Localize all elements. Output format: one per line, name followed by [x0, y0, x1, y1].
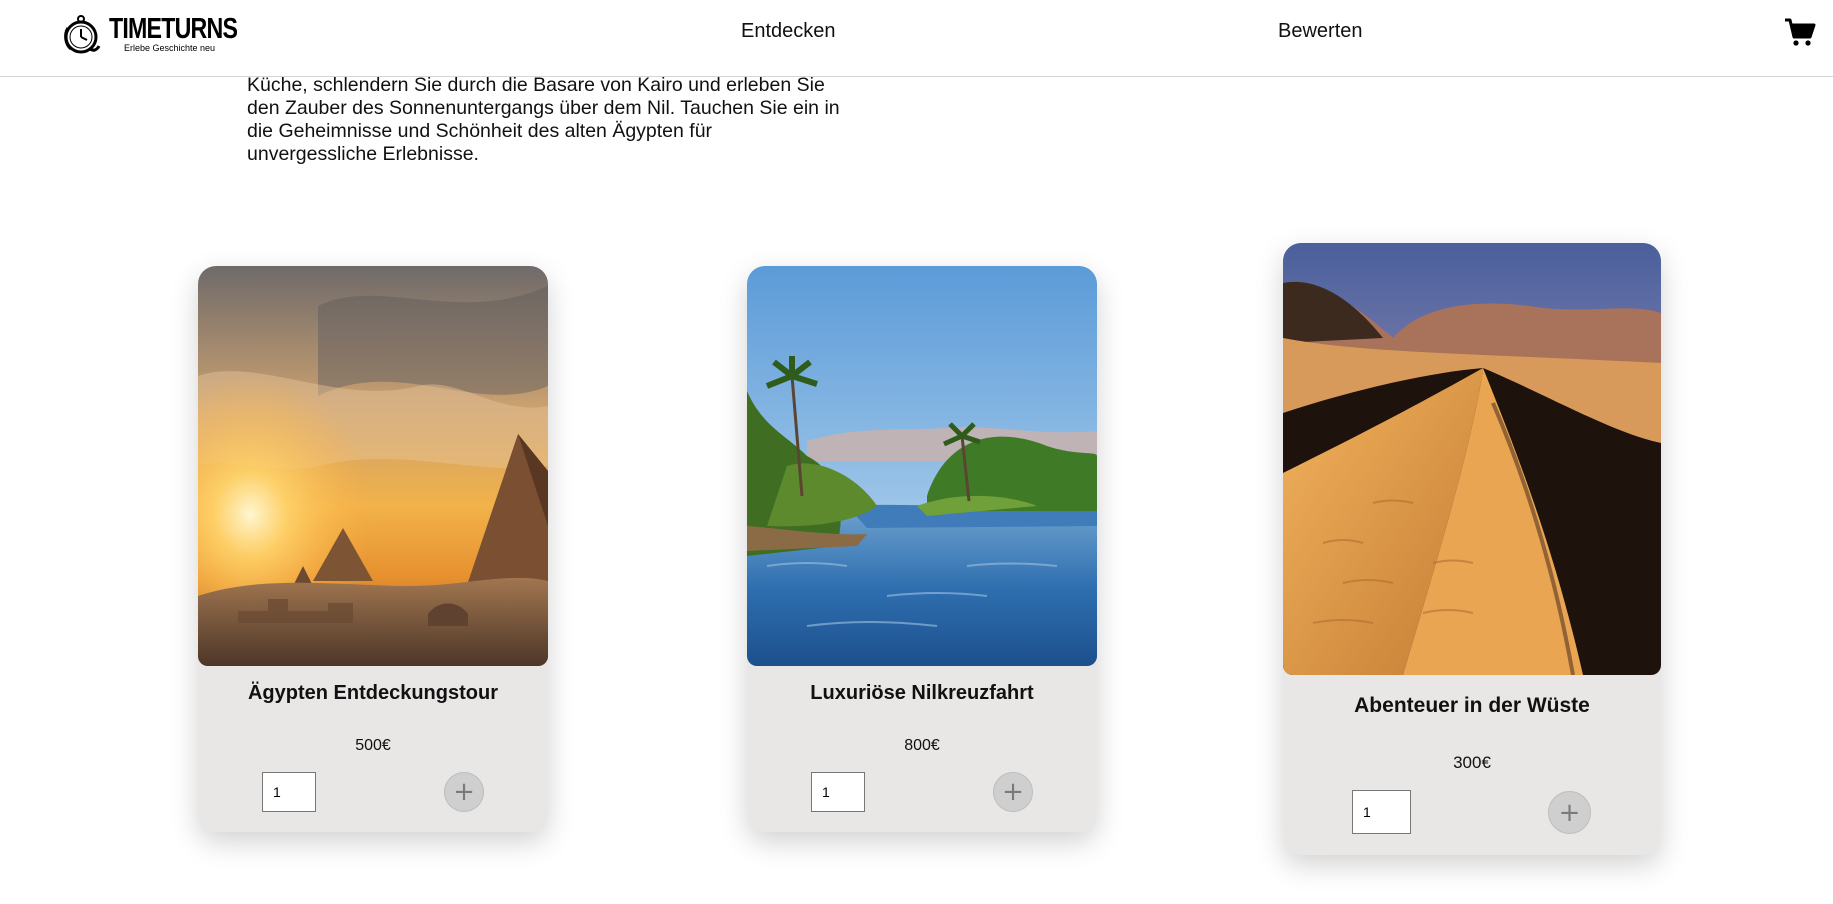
tour-price: 500€ [355, 737, 391, 754]
tour-title: Ägypten Entdeckungstour [247, 682, 498, 704]
tour-card: Ägypten Entdeckungstour 500€ + [198, 266, 548, 832]
tour-image-desert [1283, 243, 1661, 675]
tour-image-nile [747, 266, 1097, 666]
timeturns-logo[interactable]: TIMETURNS Erlebe Geschichte neu [59, 10, 238, 58]
quantity-input[interactable] [811, 772, 865, 812]
quantity-input[interactable] [262, 772, 316, 812]
intro-text: Küche, schlendern Sie durch die Basare v… [247, 74, 840, 165]
quantity-input[interactable] [1352, 790, 1411, 834]
plus-icon: + [1002, 777, 1024, 807]
plus-icon: + [1558, 797, 1581, 828]
add-to-cart-button[interactable]: + [1548, 791, 1591, 834]
logo-name: TIMETURNS [109, 13, 238, 45]
nav-link-bewerten[interactable]: Bewerten [1278, 20, 1363, 43]
tour-card: Abenteuer in der Wüste 300€ + [1283, 243, 1661, 855]
site-header: TIMETURNS Erlebe Geschichte neu Entdecke… [0, 0, 1833, 77]
pocket-watch-icon [59, 12, 103, 56]
tour-card: Luxuriöse Nilkreuzfahrt 800€ + [747, 266, 1097, 832]
plus-icon: + [453, 777, 475, 807]
tour-image-pyramids [198, 266, 548, 666]
shopping-cart-icon[interactable] [1784, 17, 1816, 47]
add-to-cart-button[interactable]: + [444, 772, 484, 812]
tour-title: Luxuriöse Nilkreuzfahrt [810, 682, 1034, 704]
tour-title: Abenteuer in der Wüste [1354, 694, 1590, 717]
add-to-cart-button[interactable]: + [993, 772, 1033, 812]
tour-price: 800€ [904, 737, 940, 754]
nav-link-entdecken[interactable]: Entdecken [741, 20, 836, 43]
tour-price: 300€ [1453, 753, 1491, 772]
